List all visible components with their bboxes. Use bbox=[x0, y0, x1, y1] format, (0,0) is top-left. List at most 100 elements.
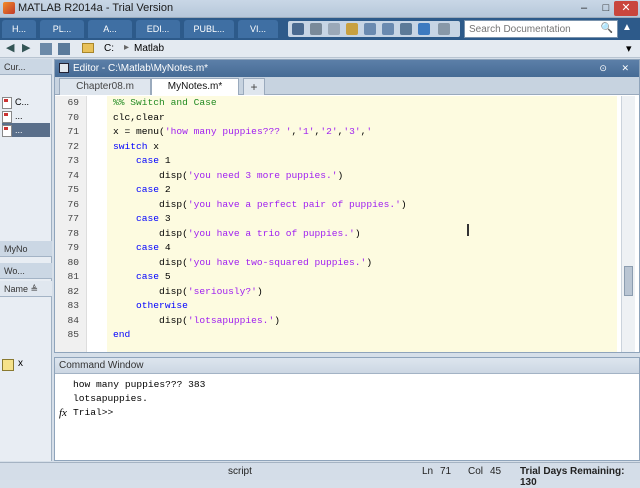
tab-editor[interactable]: EDI... bbox=[136, 20, 180, 38]
command-output-line: lotsapuppies. bbox=[73, 393, 148, 404]
collapse-ribbon-icon[interactable]: ▲ bbox=[622, 22, 632, 33]
panel-actions-icon[interactable]: ⊙ ✕ bbox=[599, 60, 635, 77]
line-text: case 5 bbox=[136, 271, 171, 282]
cut-icon[interactable] bbox=[310, 23, 322, 35]
minimize-button[interactable]: – bbox=[572, 1, 596, 16]
search-input[interactable] bbox=[465, 21, 595, 37]
details-header[interactable]: MyNo bbox=[0, 241, 52, 257]
toolbar-menu-icon[interactable] bbox=[438, 23, 450, 35]
paste-icon[interactable] bbox=[346, 23, 358, 35]
code-line[interactable]: 85 end bbox=[55, 328, 617, 343]
code-line[interactable]: 79 case 4 bbox=[55, 241, 617, 256]
folder-icon bbox=[82, 43, 94, 53]
line-text: disp('seriously?') bbox=[113, 285, 263, 297]
tab-plots[interactable]: PL... bbox=[40, 20, 84, 38]
code-line[interactable]: 70 clc,clear bbox=[55, 111, 617, 126]
line-text: end bbox=[113, 329, 131, 340]
code-line[interactable]: 74 disp('you need 3 more puppies.') bbox=[55, 169, 617, 184]
line-text: case 2 bbox=[136, 184, 171, 195]
code-line[interactable]: 84 disp('lotsapuppies.') bbox=[55, 314, 617, 329]
code-line[interactable]: 71 x = menu('how many puppies??? ','1','2… bbox=[55, 125, 617, 140]
current-folder-header[interactable]: Cur... bbox=[0, 59, 52, 75]
tab-apps[interactable]: A... bbox=[88, 20, 132, 38]
tab-chapter08[interactable]: Chapter08.m bbox=[59, 78, 151, 95]
forward-icon[interactable]: ▶ bbox=[22, 41, 30, 54]
editor-title: Editor - C:\Matlab\MyNotes.m* bbox=[73, 63, 209, 74]
editor-header: Editor - C:\Matlab\MyNotes.m* ⊙ ✕ bbox=[55, 60, 639, 77]
close-button[interactable]: ✕ bbox=[614, 1, 638, 16]
code-line[interactable]: 73 case 1 bbox=[55, 154, 617, 169]
line-number: 84 bbox=[67, 314, 79, 326]
file-item-selected[interactable]: ... bbox=[2, 123, 50, 137]
path-folder[interactable]: Matlab bbox=[134, 43, 164, 54]
up-folder-icon[interactable] bbox=[40, 43, 52, 55]
quick-access-toolbar bbox=[288, 21, 460, 37]
line-number: 82 bbox=[67, 285, 79, 297]
code-line[interactable]: 82 disp('seriously?') bbox=[55, 285, 617, 300]
line-number: 69 bbox=[67, 97, 79, 108]
add-tab-button[interactable]: + bbox=[243, 78, 265, 95]
file-item[interactable]: C... bbox=[2, 95, 50, 109]
copy-icon[interactable] bbox=[328, 23, 340, 35]
line-text: clc,clear bbox=[113, 111, 165, 123]
line-number: 71 bbox=[67, 126, 79, 137]
line-number: 73 bbox=[67, 155, 79, 166]
status-col-label: Col bbox=[468, 466, 484, 477]
help-icon[interactable] bbox=[418, 23, 430, 35]
line-number: 85 bbox=[67, 329, 79, 340]
code-line[interactable]: 69 %% Switch and Case bbox=[55, 96, 617, 111]
code-line[interactable]: 77 case 3 bbox=[55, 212, 617, 227]
line-text: disp('you need 3 more puppies.') bbox=[113, 169, 344, 181]
title-bar: MATLAB R2014a - Trial Version – □ ✕ bbox=[0, 0, 640, 18]
command-window-header: Command Window bbox=[55, 358, 639, 374]
status-ln-label: Ln bbox=[422, 466, 434, 477]
search-icon[interactable]: 🔍 bbox=[601, 23, 613, 34]
status-ln: 71 bbox=[440, 466, 452, 477]
line-number: 75 bbox=[67, 184, 79, 195]
line-number: 79 bbox=[67, 242, 79, 253]
matlab-logo-icon bbox=[3, 2, 15, 14]
scrollbar-thumb[interactable] bbox=[624, 266, 633, 296]
redo-icon[interactable] bbox=[382, 23, 394, 35]
editor-scrollbar[interactable] bbox=[621, 96, 635, 352]
line-number: 80 bbox=[67, 256, 79, 268]
code-line[interactable]: 80 disp('you have two-squared puppies.') bbox=[55, 256, 617, 271]
line-number: 81 bbox=[67, 271, 79, 282]
switch-windows-icon[interactable] bbox=[400, 23, 412, 35]
line-text: %% Switch and Case bbox=[113, 97, 217, 108]
code-area[interactable]: 69 %% Switch and Case 70 clc,clear 71 x = men… bbox=[55, 96, 639, 352]
file-item[interactable]: ... bbox=[2, 109, 50, 123]
save-icon[interactable] bbox=[292, 23, 304, 35]
tab-mynotes[interactable]: MyNotes.m* bbox=[151, 78, 239, 95]
variable-icon bbox=[2, 359, 14, 371]
variable-x[interactable]: x bbox=[18, 358, 23, 369]
line-number: 76 bbox=[67, 198, 79, 210]
code-line[interactable]: 83 otherwise bbox=[55, 299, 617, 314]
line-text: case 4 bbox=[136, 242, 171, 253]
code-line[interactable]: 78 disp('you have a trio of puppies.') bbox=[55, 227, 617, 242]
code-line[interactable]: 76 disp('you have a perfect pair of pupp… bbox=[55, 198, 617, 213]
search-box: 🔍 bbox=[464, 20, 618, 38]
tab-publish[interactable]: PUBL... bbox=[184, 20, 234, 38]
chevron-down-icon[interactable]: ▾ bbox=[626, 42, 632, 55]
editor-panel: Editor - C:\Matlab\MyNotes.m* ⊙ ✕ Chapte… bbox=[54, 59, 640, 353]
code-line[interactable]: 75 case 2 bbox=[55, 183, 617, 198]
path-drive[interactable]: C: bbox=[104, 43, 114, 54]
tab-home[interactable]: H... bbox=[2, 20, 36, 38]
line-number: 74 bbox=[67, 169, 79, 181]
line-number: 72 bbox=[67, 140, 79, 152]
browse-folder-icon[interactable] bbox=[58, 43, 70, 55]
code-line[interactable]: 81 case 5 bbox=[55, 270, 617, 285]
undo-icon[interactable] bbox=[364, 23, 376, 35]
line-number: 77 bbox=[67, 213, 79, 224]
tab-view[interactable]: VI... bbox=[238, 20, 278, 38]
back-icon[interactable]: ◀ bbox=[6, 41, 14, 54]
line-number: 83 bbox=[67, 300, 79, 311]
line-text: disp('you have a perfect pair of puppies… bbox=[113, 198, 407, 210]
line-text: disp('you have two-squared puppies.') bbox=[113, 256, 373, 268]
code-line[interactable]: 72 switch x bbox=[55, 140, 617, 155]
command-prompt[interactable]: Trial>> bbox=[73, 407, 113, 418]
name-column-header[interactable]: Name ≜ bbox=[0, 281, 52, 297]
workspace-header[interactable]: Wo... bbox=[0, 263, 52, 279]
function-browser-icon[interactable]: fx bbox=[59, 407, 67, 419]
